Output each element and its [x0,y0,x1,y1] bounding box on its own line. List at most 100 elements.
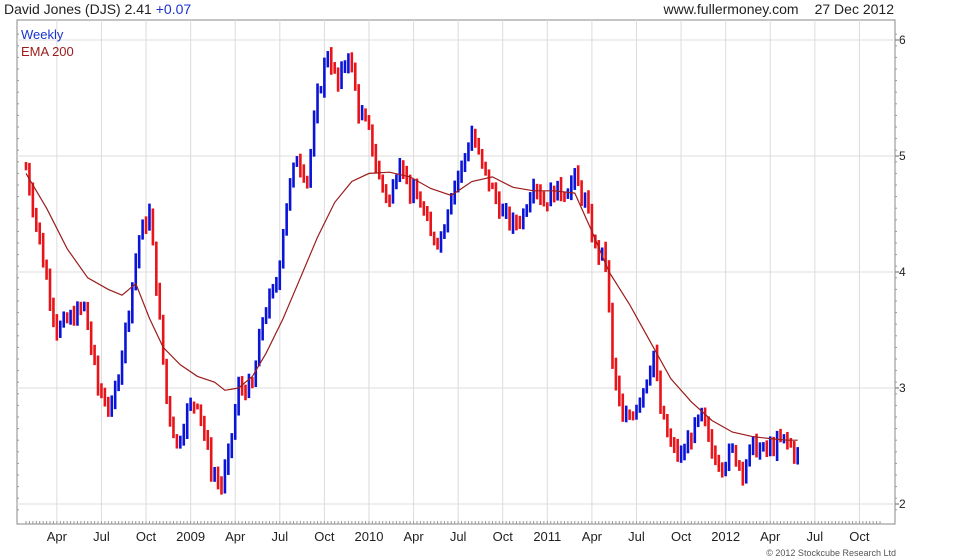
price-bar-range [137,235,141,269]
price-bar [110,395,114,417]
price-bar-range [381,174,384,193]
price-bar [48,268,52,311]
price-bar-range [107,396,110,417]
price-bar [329,47,333,75]
price-bar-range [343,60,347,73]
price-bar-range [141,219,144,240]
price-bar [525,204,529,217]
price-bar-range [52,297,55,328]
price-bar [367,115,371,130]
price-bar [583,192,587,208]
price-bar-range [261,317,264,341]
price-bar [504,203,508,219]
price-bar-range [127,310,131,332]
price-bar-range [288,178,292,211]
price-bar [292,162,295,188]
price-bar [401,160,405,180]
price-bar [662,405,666,420]
price-bar [508,206,511,231]
price-bar-range [666,413,669,438]
price-bar-range [247,373,251,399]
price-bar [141,219,144,240]
price-bar [775,430,779,462]
price-bar [113,380,117,410]
price-bar [288,178,292,211]
price-bar-range [196,403,199,410]
price-bar-range [782,434,786,444]
price-bar [408,174,412,204]
price-bar-range [504,203,508,219]
y-tick-label: 2 [899,497,906,511]
price-bar-range [312,110,316,157]
x-tick-label: Apr [760,529,781,544]
price-bar [72,305,76,326]
price-bar [268,288,271,319]
x-tick-label: Jul [450,529,467,544]
price-bar-range [638,397,642,413]
price-bar-range [720,462,724,478]
price-bar-range [563,191,566,203]
price-bar-range [309,148,312,188]
price-bar [220,476,223,495]
price-bar [494,182,498,205]
price-bar-range [618,375,621,407]
price-bar-range [576,165,580,187]
price-bar [131,282,134,324]
price-bar-range [614,357,618,391]
x-tick-label: Oct [136,529,157,544]
price-bar-range [340,61,343,90]
price-bar [597,240,601,265]
price-bar [412,178,415,204]
price-bar-range [103,387,107,407]
price-bar-range [319,86,323,94]
price-bar-range [206,429,210,450]
price-bar [642,388,645,408]
price-bar [227,443,230,475]
price-bar-range [213,466,216,482]
price-bar-range [467,142,470,162]
legend-ema: EMA 200 [21,44,74,59]
x-tick-label: Apr [582,529,603,544]
price-bar [727,443,731,472]
price-bar [635,404,638,420]
price-bar-range [635,404,638,420]
price-bar [151,208,155,246]
price-bar-range [155,241,158,296]
price-bar [55,314,59,341]
price-bar [213,466,216,482]
price-bar-range [371,124,374,157]
price-bar-range [672,437,676,453]
price-bar [391,179,395,204]
price-bar [295,156,299,167]
price-bar-range [55,314,59,341]
price-bar [347,53,350,74]
price-bar-range [624,405,628,423]
price-bar [175,434,179,449]
price-bar [672,437,676,453]
price-bar [398,158,402,183]
price-bar-range [199,404,203,427]
price-bar [487,169,491,192]
price-bar [155,241,158,296]
price-bar-range [151,208,155,246]
price-bar-range [89,321,93,356]
price-bar-range [631,411,635,421]
price-bar [607,260,611,313]
price-bar [566,188,570,199]
price-bar [360,105,364,121]
price-bar-range [515,214,518,231]
price-bar-range [690,432,693,450]
price-bar-range [528,192,532,213]
price-bar [38,222,42,245]
price-bar-range [412,178,415,204]
price-bar-range [391,179,395,204]
price-bar-range [69,309,72,325]
price-bar [436,237,439,250]
price-bar [209,437,213,482]
price-bar [449,193,453,215]
price-bar-range [299,153,302,178]
price-bar-range [707,416,710,442]
x-tick-label: 2012 [711,529,740,544]
price-bar [76,301,79,326]
price-bar [648,365,652,386]
